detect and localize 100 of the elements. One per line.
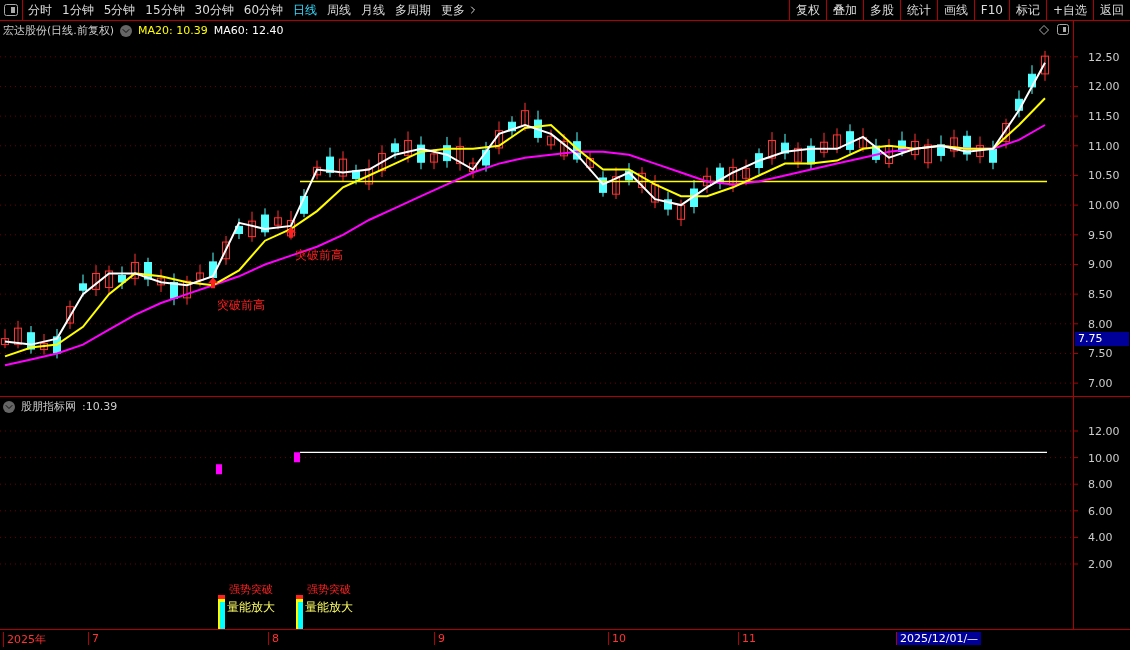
candlestick — [534, 110, 542, 144]
signal-marker — [216, 464, 222, 475]
toolbar-button[interactable]: 统计 — [899, 0, 937, 20]
candlestick — [157, 268, 165, 293]
candlestick — [1, 328, 9, 349]
candlestick — [404, 130, 412, 163]
candlestick — [495, 120, 503, 155]
chevron-down-icon[interactable] — [3, 400, 15, 413]
toolbar-button[interactable]: 标记 — [1008, 0, 1046, 20]
signal-label: 强势突破 — [229, 583, 273, 596]
volume-bar-drawing — [296, 595, 303, 629]
axis-label: 6.00 — [1088, 504, 1113, 518]
candlestick — [196, 264, 204, 288]
candlestick — [703, 167, 711, 194]
candlestick — [872, 138, 880, 164]
candlestick — [508, 115, 516, 138]
candlestick — [339, 150, 347, 182]
candlestick — [781, 133, 789, 160]
axis-label: 12.00 — [1088, 425, 1120, 438]
candlestick — [690, 179, 698, 214]
volume-bar-drawing — [218, 595, 225, 629]
date-cursor-label: 2025/12/01/— — [896, 632, 982, 645]
candlestick — [911, 133, 919, 161]
period-tab[interactable]: 月线 — [356, 0, 391, 20]
candlestick — [365, 159, 373, 191]
axis-label: 10.00 — [1088, 199, 1120, 213]
toolbar-button[interactable]: 返回 — [1093, 0, 1130, 20]
candlestick — [924, 138, 932, 169]
toolbar-button[interactable]: 多股 — [862, 0, 900, 20]
chevron-down-icon[interactable] — [120, 24, 133, 37]
arrow-icon — [208, 277, 218, 289]
ma-legend: MA60: 12.40 — [213, 24, 284, 37]
candlestick — [235, 218, 243, 240]
candlestick — [898, 131, 906, 157]
indicator-value: :10.39 — [82, 400, 118, 413]
candlestick — [950, 129, 958, 158]
period-tab[interactable]: 15分钟 — [140, 0, 190, 20]
axis-label: 8.00 — [1088, 317, 1113, 331]
period-tab[interactable]: 5分钟 — [98, 0, 141, 20]
candlestick — [768, 131, 776, 166]
candlestick — [131, 253, 139, 286]
candlestick — [989, 140, 997, 170]
axis-label: 10.50 — [1088, 169, 1120, 183]
period-tab[interactable]: 多周期 — [390, 0, 437, 20]
stock-title: 宏达股份(日线.前复权) — [3, 23, 115, 38]
candlestick — [573, 131, 581, 164]
candlestick — [66, 300, 74, 330]
candlestick — [53, 328, 61, 359]
candlestick — [378, 144, 386, 178]
candlestick — [443, 136, 451, 169]
period-tab[interactable]: 60分钟 — [238, 0, 289, 20]
candlestick — [521, 102, 529, 132]
candlestick — [27, 325, 35, 355]
period-tab[interactable]: 日线 — [288, 0, 323, 20]
candlestick — [79, 274, 87, 297]
candlestick — [287, 210, 295, 241]
candlestick — [833, 127, 841, 154]
signal-marker — [294, 452, 300, 463]
candlestick — [1041, 50, 1049, 82]
price-tag: 7.75 — [1075, 332, 1129, 346]
arrow-icon — [286, 226, 296, 238]
toolbar-button[interactable]: +自选 — [1045, 0, 1093, 20]
candlestick — [144, 257, 152, 287]
signal-label: 量能放大 — [305, 600, 353, 614]
candlestick — [547, 129, 555, 151]
candlestick — [248, 211, 256, 243]
axis-label: 4.00 — [1088, 531, 1113, 545]
period-tab[interactable]: 30分钟 — [189, 0, 239, 20]
candlestick — [261, 207, 269, 237]
candlestick — [846, 123, 854, 155]
toolbar-button[interactable]: 画线 — [936, 0, 974, 20]
toolbar-button[interactable]: 叠加 — [825, 0, 863, 20]
candlestick — [651, 174, 659, 209]
period-tab[interactable]: 分时 — [23, 0, 57, 20]
candlestick — [1028, 64, 1036, 95]
axis-label: 8.50 — [1088, 288, 1113, 302]
signal-label: 量能放大 — [227, 600, 275, 614]
axis-label: 12.50 — [1088, 50, 1120, 64]
diamond-icon[interactable] — [1039, 24, 1049, 35]
toolbar-button[interactable]: F10 — [973, 0, 1009, 20]
panel-toggle-icon[interactable] — [1057, 24, 1069, 35]
candlestick — [820, 132, 828, 158]
candlestick — [352, 164, 360, 185]
date-label: 2025年 — [3, 632, 49, 647]
period-tab[interactable]: 周线 — [322, 0, 357, 20]
period-tab[interactable]: 1分钟 — [57, 0, 99, 20]
axis-label: 10.00 — [1088, 451, 1120, 465]
axis-label: 12.00 — [1088, 80, 1120, 94]
axis-label: 7.00 — [1088, 377, 1113, 391]
candlestick — [807, 137, 815, 171]
candlestick — [677, 199, 685, 227]
axis-label: 8.00 — [1088, 478, 1113, 492]
toolbar-button[interactable]: 复权 — [788, 0, 826, 20]
period-tab[interactable]: 更多 — [436, 0, 485, 20]
panel-toggle-icon[interactable] — [4, 4, 18, 16]
candlestick — [456, 136, 464, 172]
candlestick — [625, 162, 633, 186]
candlestick — [859, 127, 867, 153]
ma-legend: MA20: 10.39 — [138, 24, 208, 37]
candlestick — [638, 166, 646, 194]
